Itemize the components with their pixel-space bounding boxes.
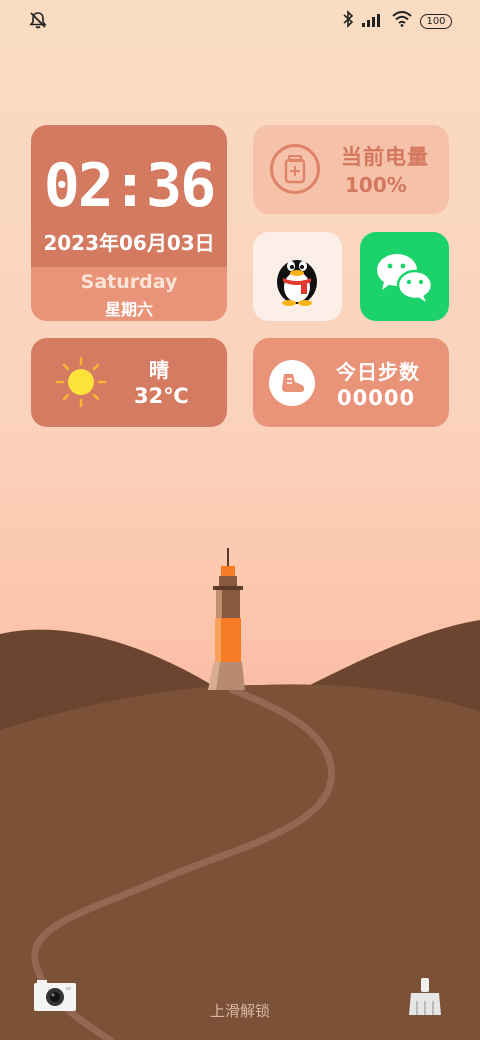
battery-widget[interactable]: 当前电量 100% (253, 125, 449, 214)
mute-icon (28, 10, 48, 34)
steps-icon-circle (269, 360, 315, 406)
clock-time: 02:36 (43, 151, 217, 221)
steps-widget[interactable]: 今日步数 00000 (253, 338, 449, 427)
battery-indicator: 100 (420, 13, 452, 29)
battery-icon (284, 155, 306, 184)
cleaner-shortcut[interactable] (405, 977, 445, 1021)
steps-value: 00000 (337, 386, 416, 410)
broom-icon (409, 978, 441, 1015)
bluetooth-icon (342, 10, 354, 32)
battery-title: 当前电量 (341, 145, 429, 169)
weather-temperature: 32℃ (134, 384, 189, 408)
clock-widget[interactable]: 02:36 2023年06月03日 Saturday 星期六 (31, 125, 227, 321)
weather-widget[interactable]: 晴 32℃ (31, 338, 227, 427)
status-bar: 100 (0, 0, 480, 40)
battery-ring (270, 144, 320, 194)
sun-icon (55, 356, 107, 408)
qq-penguin-icon (277, 260, 317, 306)
weekday-en: Saturday (80, 271, 178, 293)
signal-icon (362, 12, 384, 31)
weather-condition: 晴 (149, 358, 169, 382)
battery-value: 100% (345, 173, 407, 197)
wifi-icon (392, 11, 412, 31)
clock-date: 2023年06月03日 (43, 231, 215, 255)
steps-title: 今日步数 (336, 360, 420, 384)
qq-app[interactable] (253, 232, 342, 321)
clock-weekday-panel: Saturday 星期六 (31, 267, 227, 321)
wechat-app[interactable] (360, 232, 449, 321)
wechat-icon (377, 254, 434, 302)
lighthouse (208, 548, 245, 690)
weekday-cn: 星期六 (104, 300, 153, 319)
shoe-icon (282, 374, 305, 392)
